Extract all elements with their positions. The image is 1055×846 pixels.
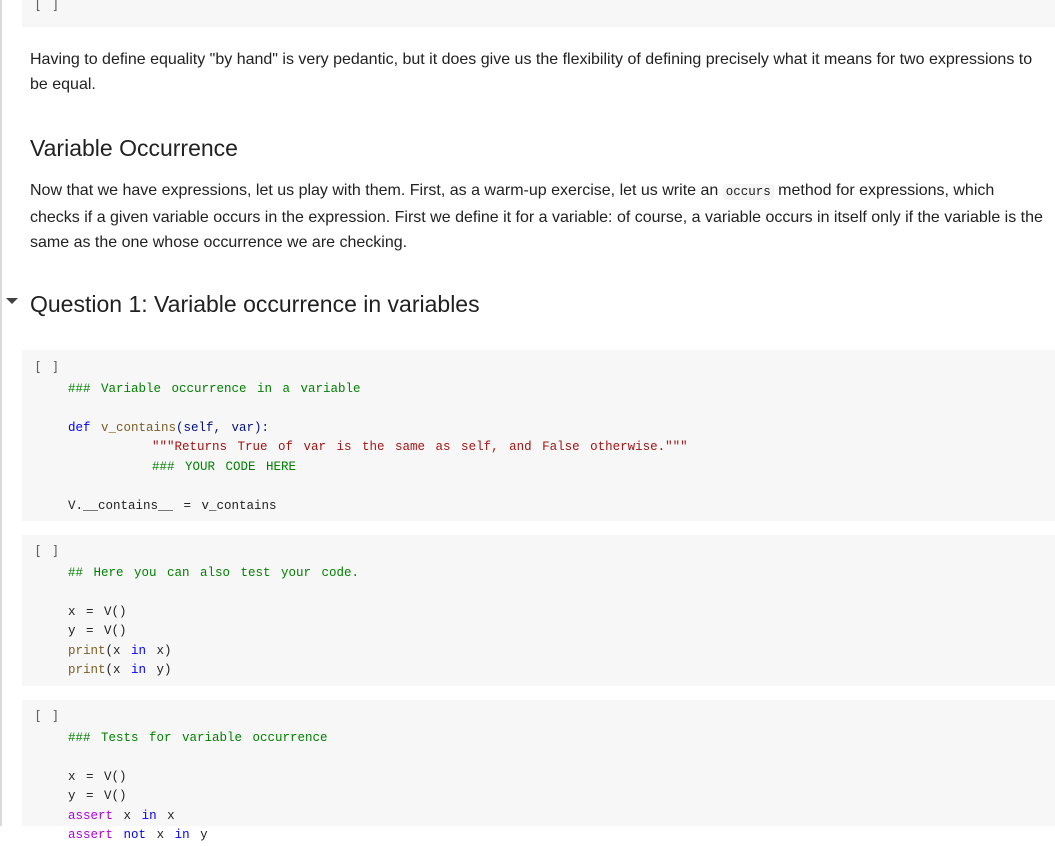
code-comment: ### Variable occurrence in a variable <box>68 381 361 396</box>
print-function: print <box>68 643 106 658</box>
code-editor[interactable]: ### Tests for variable occurrence x = V(… <box>68 709 328 846</box>
cell-focus-rail <box>0 0 2 826</box>
in-keyword: in <box>131 663 147 677</box>
code-editor[interactable]: ## Here you can also test your code. x =… <box>68 544 359 681</box>
code-fragment: (x <box>105 663 132 677</box>
inline-code-occurs: occurs <box>722 184 774 200</box>
def-keyword: def <box>68 420 91 435</box>
markdown-equality-text: Having to define equality "by hand" is v… <box>30 51 1033 93</box>
code-comment: ### Tests for variable occurrence <box>68 730 328 745</box>
code-line: y = V() <box>68 624 127 638</box>
code-line: x = V() <box>68 604 127 619</box>
run-cell-button[interactable]: [ ] <box>34 360 60 375</box>
code-fragment: x <box>123 808 132 823</box>
collapse-section-caret-icon[interactable] <box>6 298 18 304</box>
in-keyword: in <box>174 828 190 842</box>
code-comment: ## Here you can also test your code. <box>68 565 360 580</box>
run-cell-button[interactable]: [ ] <box>34 0 60 13</box>
assert-keyword: assert <box>68 808 114 823</box>
print-function: print <box>68 663 106 677</box>
in-keyword: in <box>141 808 157 823</box>
code-cell-variable-occurrence[interactable]: [ ] ### Variable occurrence in a variabl… <box>22 350 1055 521</box>
docstring: """Returns True of var is the same as se… <box>152 440 688 454</box>
function-params: (self, var): <box>176 420 270 435</box>
code-fragment: (x <box>105 643 132 658</box>
in-keyword: in <box>131 643 147 658</box>
code-line: y = V() <box>68 789 127 803</box>
code-fragment: y <box>200 828 208 842</box>
question-heading: Question 1: Variable occurrence in varia… <box>30 291 480 317</box>
code-fragment: x) <box>146 643 172 658</box>
assert-keyword: assert <box>68 828 114 842</box>
not-keyword: not <box>123 828 147 842</box>
section-heading: Variable Occurrence <box>30 135 238 161</box>
code-fragment: x <box>156 828 165 842</box>
code-cell-top[interactable]: [ ] <box>22 0 1055 27</box>
run-cell-button[interactable]: [ ] <box>34 709 60 724</box>
code-fragment: x <box>167 808 175 823</box>
function-name: v_contains <box>101 420 177 435</box>
code-line: x = V() <box>68 769 127 784</box>
code-cell-tests[interactable]: [ ] ### Tests for variable occurrence x … <box>22 700 1055 842</box>
todo-comment: ### YOUR CODE HERE <box>152 459 297 474</box>
code-cell-test[interactable]: [ ] ## Here you can also test your code.… <box>22 535 1055 686</box>
occurrence-text-part1: Now that we have expressions, let us pla… <box>30 182 723 199</box>
assign-line: V.__contains__ = v_contains <box>68 498 277 513</box>
code-fragment: y) <box>146 663 172 677</box>
markdown-occurrence-text: Now that we have expressions, let us pla… <box>30 178 1043 255</box>
code-editor[interactable]: ### Variable occurrence in a variable de… <box>68 360 688 516</box>
run-cell-button[interactable]: [ ] <box>34 544 60 559</box>
